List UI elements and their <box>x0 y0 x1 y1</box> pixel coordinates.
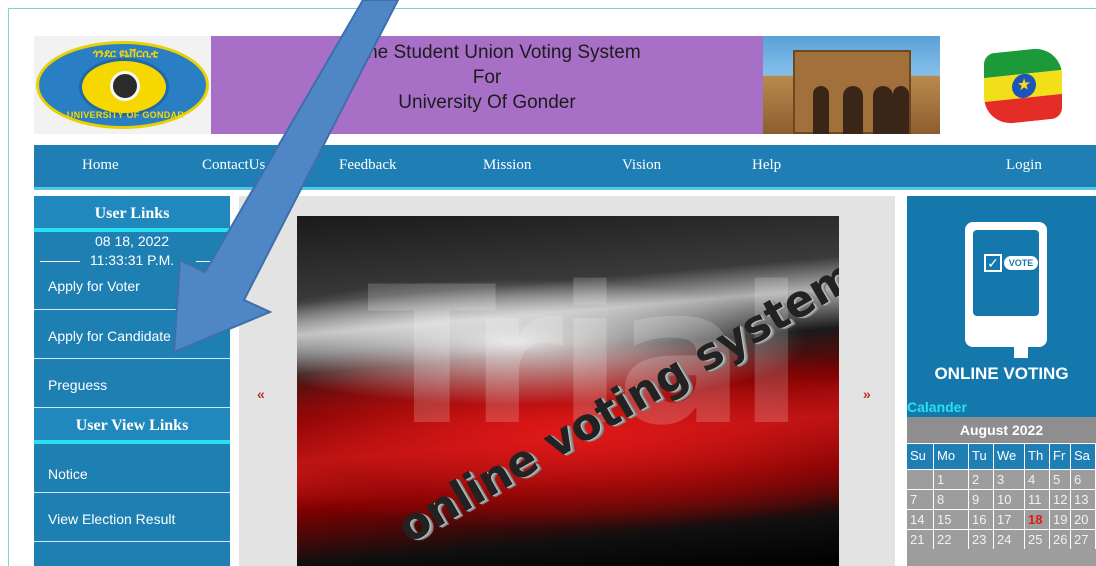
calendar-label: Calander <box>907 397 1096 417</box>
weekday-label: Sa <box>1071 444 1096 469</box>
calendar-day[interactable]: 12 <box>1050 490 1071 509</box>
gate-arch <box>793 50 911 134</box>
online-voting-caption: ONLINE VOTING <box>934 364 1069 383</box>
gate-door <box>813 86 829 134</box>
calendar-day[interactable]: 22 <box>934 530 969 549</box>
calendar-week-row: 14 15 16 17 18 19 20 <box>907 509 1096 529</box>
calendar-day[interactable]: 16 <box>969 510 994 529</box>
nav-vision[interactable]: Vision <box>622 157 661 174</box>
gate-door <box>873 86 893 134</box>
slideshow-image: Trial online voting system <box>297 216 839 566</box>
weekday-label: Fr <box>1050 444 1071 469</box>
logo-inner-shield <box>79 58 169 116</box>
calendar-day[interactable]: 23 <box>969 530 994 549</box>
calendar-day[interactable]: 4 <box>1025 470 1050 489</box>
current-time-row: 11:33:31 P.M. <box>34 251 230 270</box>
calendar-day[interactable]: 25 <box>1025 530 1050 549</box>
nav-mission[interactable]: Mission <box>483 157 531 174</box>
vote-badge: VOTE <box>1004 256 1038 270</box>
calendar-month-title: August 2022 <box>907 417 1096 443</box>
calendar-day[interactable]: 27 <box>1071 530 1096 549</box>
gate-door <box>843 86 863 134</box>
sidebar: User Links 08 18, 2022 11:33:31 P.M. App… <box>34 196 230 566</box>
nav-login[interactable]: Login <box>1006 157 1042 174</box>
nav-feedback[interactable]: Feedback <box>339 157 396 174</box>
sidebar-item-view-election-result[interactable]: View Election Result <box>34 493 230 542</box>
calendar-day[interactable]: 6 <box>1071 470 1096 489</box>
user-links-heading: User Links <box>34 196 230 232</box>
calendar-day[interactable]: 3 <box>994 470 1025 489</box>
calendar: August 2022 Su Mo Tu We Th Fr Sa 1 2 3 4… <box>907 417 1096 566</box>
weekday-label: Mo <box>934 444 969 469</box>
calendar-weekday-row: Su Mo Tu We Th Fr Sa <box>907 443 1096 469</box>
calendar-day[interactable]: 2 <box>969 470 994 489</box>
calendar-day <box>907 470 934 489</box>
calendar-day[interactable]: 20 <box>1071 510 1096 529</box>
site-title-line3: University Of Gonder <box>398 92 576 113</box>
calendar-day[interactable]: 19 <box>1050 510 1071 529</box>
weekday-label: We <box>994 444 1025 469</box>
sidebar-item-apply-voter[interactable]: Apply for Voter <box>34 270 230 310</box>
calendar-day[interactable]: 1 <box>934 470 969 489</box>
nav-contact[interactable]: ContactUs <box>202 157 265 174</box>
weekday-label: Th <box>1025 444 1050 469</box>
current-time: 11:33:31 P.M. <box>89 252 175 268</box>
calendar-day[interactable]: 24 <box>994 530 1025 549</box>
checkbox-icon: ✓ <box>984 254 1002 272</box>
slideshow-next-button[interactable]: » <box>863 386 871 402</box>
calendar-day[interactable]: 17 <box>994 510 1025 529</box>
ethiopia-flag-icon: ★ <box>984 45 1062 127</box>
voting-device-stand <box>1014 346 1028 358</box>
slideshow-prev-button[interactable]: « <box>257 386 265 402</box>
sidebar-item-preguess[interactable]: Preguess <box>34 359 230 408</box>
calendar-day[interactable]: 15 <box>934 510 969 529</box>
calendar-day[interactable]: 7 <box>907 490 934 509</box>
current-date: 08 18, 2022 <box>95 233 169 249</box>
slideshow-panel: « Trial online voting system » <box>239 196 895 566</box>
time-rule-right <box>196 261 224 262</box>
calendar-day[interactable]: 9 <box>969 490 994 509</box>
calendar-day[interactable]: 10 <box>994 490 1025 509</box>
weekday-label: Tu <box>969 444 994 469</box>
calendar-week-row: 21 22 23 24 25 26 27 <box>907 529 1096 549</box>
logo-seal-icon <box>110 71 140 101</box>
logo-emblem: ጎንደር ዩኒቨርሲቲ UNIVERSITY OF GONDAR <box>36 41 209 129</box>
voting-device-icon <box>965 222 1047 347</box>
calendar-day[interactable]: 5 <box>1050 470 1071 489</box>
site-title-line2: For <box>472 67 502 88</box>
logo-bottom-text: UNIVERSITY OF GONDAR <box>66 110 185 120</box>
user-view-links-heading: User View Links <box>34 408 230 444</box>
site-title-banner: Online Student Union Voting System For U… <box>211 36 763 134</box>
calendar-week-row: 1 2 3 4 5 6 <box>907 469 1096 489</box>
sidebar-item-apply-candidate[interactable]: Apply for Candidate <box>34 310 230 359</box>
university-gate-image <box>763 36 940 134</box>
university-logo[interactable]: ጎንደር ዩኒቨርሲቲ UNIVERSITY OF GONDAR <box>34 36 211 134</box>
calendar-day[interactable]: 21 <box>907 530 934 549</box>
gate-door <box>893 86 909 134</box>
online-voting-panel: ✓ VOTE ONLINE VOTING <box>907 196 1096 397</box>
time-rule-left <box>40 261 80 262</box>
calendar-day-today[interactable]: 18 <box>1025 510 1050 529</box>
main-nav: Home ContactUs Feedback Mission Vision H… <box>34 145 1096 190</box>
nav-home[interactable]: Home <box>82 157 119 174</box>
calendar-day[interactable]: 8 <box>934 490 969 509</box>
calendar-week-row: 7 8 9 10 11 12 13 <box>907 489 1096 509</box>
voting-screen <box>973 230 1039 316</box>
sidebar-item-notice[interactable]: Notice <box>34 444 230 493</box>
calendar-day[interactable]: 14 <box>907 510 934 529</box>
site-title-line1: Online Student Union Voting System <box>333 42 641 63</box>
calendar-day[interactable]: 11 <box>1025 490 1050 509</box>
nav-help[interactable]: Help <box>752 157 781 174</box>
calendar-day[interactable]: 26 <box>1050 530 1071 549</box>
weekday-label: Su <box>907 444 934 469</box>
calendar-day[interactable]: 13 <box>1071 490 1096 509</box>
